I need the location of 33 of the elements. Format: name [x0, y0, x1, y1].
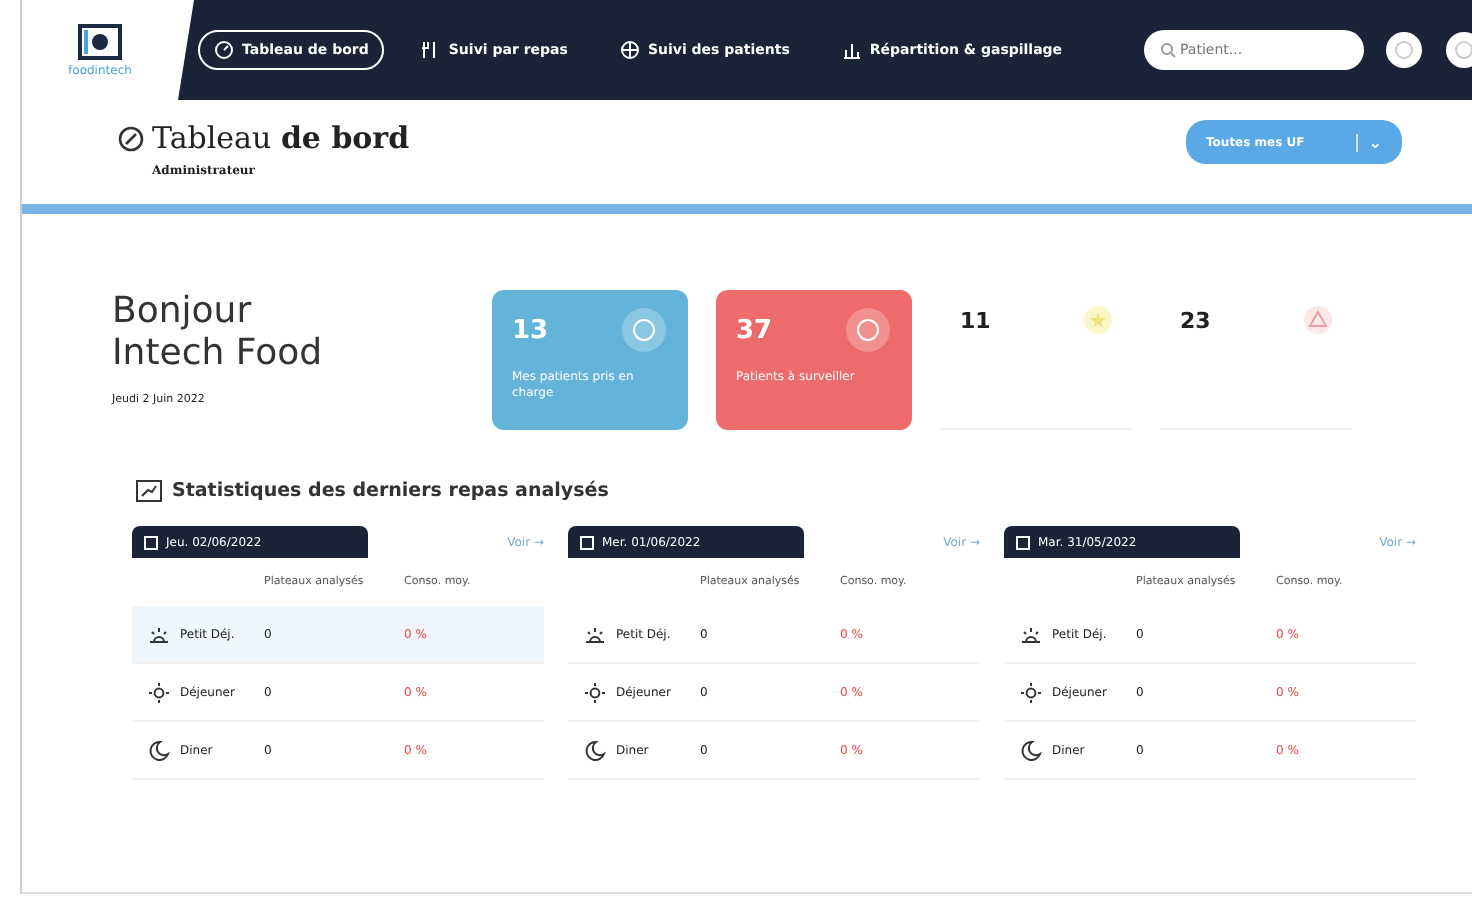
chart-icon	[136, 480, 162, 502]
sun-icon	[584, 681, 606, 703]
badge-icon	[620, 306, 668, 354]
globe-icon	[619, 40, 640, 60]
sun-icon	[148, 681, 170, 703]
greeting-text: Bonjour Intech Food	[112, 290, 325, 374]
sunrise-icon	[148, 623, 170, 645]
sunrise-icon	[1020, 623, 1042, 645]
calendar-icon	[1016, 535, 1030, 549]
stat-card[interactable]: 23	[1160, 290, 1352, 430]
calendar-icon	[144, 535, 158, 549]
cutlery-icon	[420, 40, 441, 60]
calendar-icon	[580, 535, 594, 549]
warning-icon	[1304, 306, 1332, 334]
stat-value: 11	[960, 307, 991, 333]
stat-card[interactable]: 11	[940, 290, 1132, 430]
search-icon	[1160, 42, 1176, 58]
stat-value: 37	[736, 315, 773, 345]
bar-chart-icon	[841, 40, 862, 60]
logo-icon	[78, 23, 122, 59]
page-title: Tableau de bord	[152, 120, 410, 156]
moon-icon	[1020, 739, 1042, 761]
stat-value: 23	[1180, 307, 1211, 333]
gauge-icon	[214, 40, 234, 60]
star-icon	[1084, 306, 1112, 334]
sun-icon	[1020, 681, 1042, 703]
moon-icon	[148, 739, 170, 761]
moon-icon	[584, 739, 606, 761]
section-title: Statistiques des derniers repas analysés	[172, 480, 609, 502]
stat-value: 13	[512, 315, 549, 345]
badge-icon	[844, 306, 892, 354]
gauge-icon	[118, 125, 144, 151]
sunrise-icon	[584, 623, 606, 645]
